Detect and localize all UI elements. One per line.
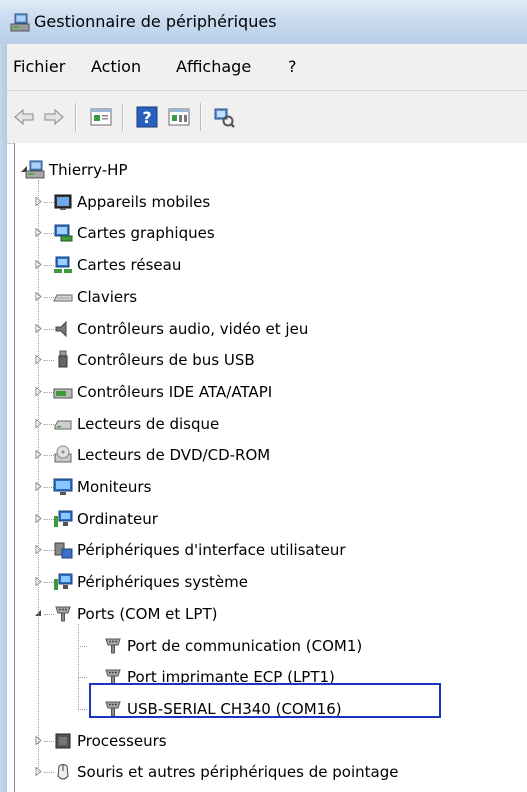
tree-root-computer[interactable]: Thierry-HP [25, 156, 128, 184]
menu-affichage[interactable]: Affichage [176, 57, 251, 76]
port-icon [105, 638, 121, 653]
hid-icon [54, 542, 73, 559]
window-title: Gestionnaire de périphériques [34, 12, 277, 31]
computer-icon [25, 160, 45, 179]
view-icon[interactable] [167, 105, 191, 129]
tree-node-label: Souris et autres périphériques de pointa… [77, 763, 399, 782]
tree-node-label: Claviers [77, 287, 138, 306]
tree-category[interactable]: Cartes réseau [53, 251, 181, 279]
window-frame [0, 44, 7, 792]
toolbar-separator [122, 103, 123, 131]
tree-node-label: Périphériques système [77, 573, 248, 592]
title-bar[interactable]: Gestionnaire de périphériques [0, 0, 527, 45]
tree-node-label: Processeurs [77, 731, 167, 750]
properties-icon[interactable] [89, 105, 113, 129]
disk-drive-icon [54, 420, 72, 430]
tree-node-label: Ordinateur [77, 509, 158, 528]
tree-category[interactable]: Lecteurs de DVD/CD-ROM [53, 441, 270, 469]
tree-node-label: Périphériques d'interface utilisateur [77, 541, 346, 560]
tree-connector [78, 623, 79, 709]
tree-connector [38, 180, 39, 773]
forward-arrow-icon[interactable] [42, 105, 66, 129]
tree-category[interactable]: Claviers [53, 283, 137, 311]
back-arrow-icon[interactable] [12, 105, 36, 129]
computer-small-icon [54, 510, 73, 527]
tree-device[interactable]: Port de communication (COM1) [103, 632, 362, 660]
network-adapter-icon [54, 256, 72, 274]
menu-fichier[interactable]: Fichier [13, 57, 65, 76]
tree-category[interactable]: Lecteurs de disque [53, 410, 219, 438]
tree-node-label: Lecteurs de disque [77, 414, 220, 433]
tree-node-label: Contrôleurs IDE ATA/ATAPI [77, 382, 273, 401]
tree-node-label: Thierry-HP [49, 161, 128, 179]
tree-category[interactable]: Souris et autres périphériques de pointa… [53, 758, 398, 786]
scan-hardware-icon[interactable] [212, 105, 236, 129]
tree-connector [78, 677, 87, 679]
system-device-icon [54, 573, 73, 591]
tree-node-label: Cartes graphiques [77, 224, 215, 243]
tree-category[interactable]: Contrôleurs de bus USB [53, 346, 255, 374]
keyboard-icon [53, 294, 73, 302]
mouse-icon [57, 764, 69, 780]
tree-category[interactable]: Processeurs [53, 727, 167, 755]
tree-node-label: Contrôleurs audio, vidéo et jeu [77, 319, 309, 338]
usb-icon [58, 350, 68, 368]
tree-category[interactable]: Cartes graphiques [53, 219, 215, 247]
tree-node-label: Appareils mobiles [77, 192, 211, 211]
menu-bar: Fichier Action Affichage ? [7, 44, 527, 91]
monitor-icon [53, 478, 73, 495]
tree-node-label: Ports (COM et LPT) [77, 604, 218, 623]
help-icon[interactable]: ? [135, 105, 159, 129]
toolbar: ? [7, 91, 527, 144]
tree-category[interactable]: Moniteurs [53, 473, 151, 501]
tree-node-label: Lecteurs de DVD/CD-ROM [77, 446, 271, 465]
tree-node-label: Port de communication (COM1) [127, 636, 363, 655]
tree-category[interactable]: Contrôleurs audio, vidéo et jeu [53, 315, 308, 343]
ide-controller-icon [53, 388, 73, 399]
port-icon [55, 606, 71, 622]
audio-icon [55, 320, 67, 337]
tree-category[interactable]: Périphériques d'interface utilisateur [53, 536, 346, 564]
mobile-device-icon [54, 194, 72, 210]
toolbar-separator [200, 103, 201, 131]
tree-category[interactable]: Appareils mobiles [53, 188, 210, 216]
tree-connector [78, 645, 87, 647]
menu-help[interactable]: ? [288, 57, 297, 76]
tree-node-label: Cartes réseau [77, 256, 182, 275]
highlight-box [89, 683, 441, 718]
svg-text:?: ? [142, 108, 151, 127]
menu-action[interactable]: Action [91, 57, 141, 76]
tree-connector [78, 708, 87, 710]
tree-category[interactable]: Périphériques système [53, 568, 248, 596]
tree-category[interactable]: Contrôleurs IDE ATA/ATAPI [53, 378, 272, 406]
tree-node-label: Contrôleurs de bus USB [77, 351, 255, 370]
device-manager-icon [10, 13, 30, 32]
display-adapter-icon [54, 224, 73, 242]
processor-icon [55, 733, 71, 749]
toolbar-separator [75, 103, 76, 131]
dvd-drive-icon [54, 445, 72, 463]
tree-category[interactable]: Ordinateur [53, 505, 158, 533]
tree-node-label: Moniteurs [77, 478, 152, 496]
